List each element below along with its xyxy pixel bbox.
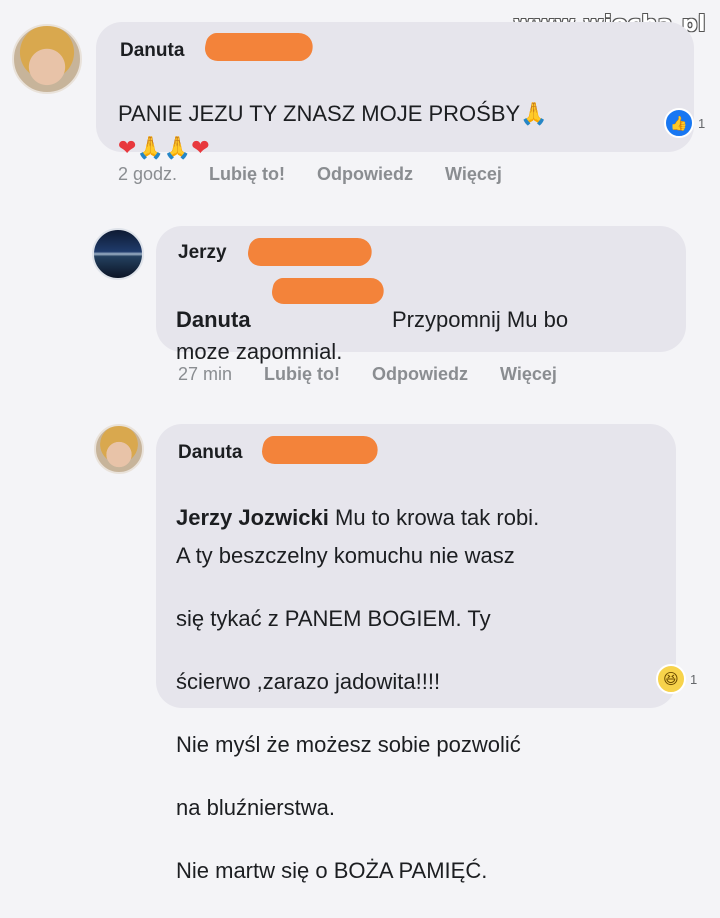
pray-emoji-icon: 🙏	[520, 101, 548, 127]
like-link[interactable]: Lubię to!	[264, 364, 340, 385]
pray-emoji-icon: 🙏	[136, 135, 164, 161]
comment-text-lines: A ty beszczelny komuchu nie wasz się tyk…	[176, 508, 666, 918]
avatar[interactable]	[12, 24, 82, 94]
comment-text-line: Nie martw się o BOŻA PAMIĘĆ.	[176, 857, 488, 883]
reaction-count: 1	[698, 115, 706, 131]
comment-timestamp[interactable]: 2 godz.	[118, 164, 177, 185]
pray-emoji-icon: 🙏	[163, 135, 192, 161]
comment-actions: 27 min Lubię to! Odpowiedz Więcej	[178, 364, 557, 385]
comment-text-line: ścierwo ,zarazo jadowita!!!!	[176, 668, 441, 694]
heart-emoji-icon: ❤	[191, 135, 210, 161]
more-link[interactable]: Więcej	[445, 164, 502, 185]
reaction-count: 1	[690, 671, 698, 687]
comment-text-line: moze zapomnial.	[176, 338, 343, 364]
comment-actions: 2 godz. Lubię to! Odpowiedz Więcej	[118, 164, 502, 185]
comment-timestamp[interactable]: 27 min	[178, 364, 232, 385]
avatar[interactable]	[94, 424, 144, 474]
redaction-mark	[245, 238, 375, 266]
comment-text-line: Przypomnij Mu bo	[392, 306, 569, 332]
comment-text-line: A ty beszczelny komuchu nie wasz	[176, 542, 515, 568]
comment-text-line: Przypomnij Mu bo	[392, 280, 568, 333]
reaction-summary[interactable]: 😆 1	[656, 664, 697, 694]
comment-text-line: się tykać z PANEM BOGIEM. Ty	[176, 605, 491, 631]
comment-author[interactable]: Jerzy	[178, 242, 227, 264]
redaction-mark	[269, 278, 387, 304]
avatar[interactable]	[92, 228, 144, 280]
haha-icon: 😆	[656, 664, 686, 694]
like-link[interactable]: Lubię to!	[209, 164, 285, 185]
comment-text-line: na bluźnierstwa.	[176, 794, 335, 820]
redaction-mark	[202, 33, 316, 61]
more-link[interactable]: Więcej	[500, 364, 557, 385]
reply-link[interactable]: Odpowiedz	[372, 364, 468, 385]
reaction-summary[interactable]: 👍 1	[664, 108, 705, 138]
like-icon: 👍	[664, 108, 694, 138]
comment-text-line: Nie myśl że możesz sobie pozwolić	[176, 731, 521, 757]
comment-author[interactable]: Danuta	[178, 442, 242, 464]
reply-link[interactable]: Odpowiedz	[317, 164, 413, 185]
redaction-mark	[259, 436, 381, 464]
heart-emoji-icon: ❤	[118, 135, 137, 161]
comment-text-line: moze zapomnial.	[176, 312, 342, 365]
emoji-row: ❤🙏🙏❤	[118, 108, 210, 162]
comment-author[interactable]: Danuta	[120, 40, 184, 62]
